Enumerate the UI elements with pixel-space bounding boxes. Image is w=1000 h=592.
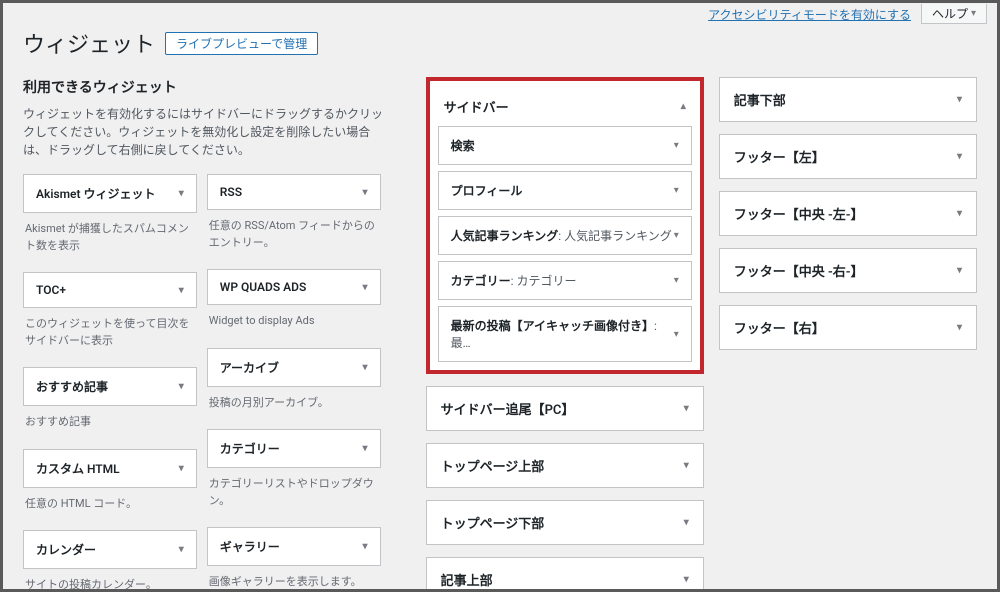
sidebar-widget-1[interactable]: プロフィール: [438, 171, 692, 210]
available-widget-desc: 任意の RSS/Atom フィードからのエントリー。: [207, 210, 381, 263]
available-widget-name: WP QUADS ADS: [220, 280, 307, 294]
available-widget-desc: カテゴリーリストやドロップダウン。: [207, 468, 381, 521]
available-widget-name: カスタム HTML: [36, 460, 120, 477]
mid-area-1[interactable]: トップページ上部: [427, 444, 703, 487]
available-widget-name: カテゴリー: [220, 440, 280, 457]
chevron-down-icon: [971, 8, 976, 19]
sidebar-widget-title: 最新の投稿【アイキャッチ画像付き】: [451, 319, 654, 333]
available-widget-desc: Akismet が捕獲したスパムコメント数を表示: [23, 213, 197, 266]
available-widget-c1-1[interactable]: TOC+: [23, 272, 197, 308]
available-widget-c1-0[interactable]: Akismet ウィジェット: [23, 174, 197, 213]
page-title: ウィジェット: [23, 27, 155, 59]
available-widgets-desc: ウィジェットを有効化するにはサイドバーにドラッグするかクリックしてください。ウィ…: [23, 105, 391, 159]
area-title: 記事下部: [734, 90, 786, 109]
available-widgets-title: 利用できるウィジェット: [23, 77, 391, 97]
available-widget-c2-4[interactable]: ギャラリー: [207, 527, 381, 566]
available-widget-name: RSS: [220, 185, 242, 199]
available-widget-c2-2[interactable]: アーカイブ: [207, 348, 381, 387]
available-widget-desc: Widget to display Ads: [207, 305, 381, 342]
accessibility-mode-link[interactable]: アクセシビリティモードを有効にする: [708, 6, 911, 23]
area-title: フッター【左】: [734, 147, 825, 166]
area-title: フッター【右】: [734, 318, 825, 337]
right-area-3[interactable]: フッター【中央 -右-】: [720, 249, 976, 292]
chevron-down-icon: [363, 187, 368, 198]
available-widget-name: TOC+: [36, 283, 66, 297]
available-widget-desc: サイトの投稿カレンダー。: [23, 569, 197, 592]
chevron-down-icon: [957, 151, 962, 162]
sidebar-widget-sub: : カテゴリー: [511, 274, 577, 288]
sidebar-widget-3[interactable]: カテゴリー: カテゴリー: [438, 261, 692, 300]
chevron-down-icon: [674, 185, 679, 196]
area-title: フッター【中央 -左-】: [734, 204, 864, 223]
chevron-down-icon: [957, 94, 962, 105]
chevron-down-icon: [363, 541, 368, 552]
chevron-down-icon: [957, 208, 962, 219]
area-title: 記事上部: [441, 570, 493, 589]
chevron-down-icon: [674, 140, 679, 151]
chevron-down-icon: [684, 403, 689, 414]
available-widget-name: アーカイブ: [220, 359, 279, 376]
available-widget-name: おすすめ記事: [36, 378, 108, 395]
area-title: トップページ下部: [441, 513, 545, 532]
chevron-down-icon: [179, 188, 184, 199]
chevron-down-icon: [179, 463, 184, 474]
chevron-down-icon: [674, 275, 679, 286]
chevron-down-icon: [957, 265, 962, 276]
sidebar-widget-sub: : 人気記事ランキング: [558, 229, 672, 243]
right-area-1[interactable]: フッター【左】: [720, 135, 976, 178]
sidebar-widget-title: プロフィール: [451, 184, 523, 198]
sidebar-area-highlighted: サイドバー 検索プロフィール人気記事ランキング: 人気記事ランキングカテゴリー:…: [426, 77, 704, 374]
available-widget-desc: このウィジェットを使って目次をサイドバーに表示: [23, 308, 197, 361]
right-area-0[interactable]: 記事下部: [720, 78, 976, 121]
sidebar-widget-title: 検索: [451, 139, 475, 153]
chevron-down-icon: [684, 574, 689, 585]
chevron-down-icon: [363, 443, 368, 454]
sidebar-widget-0[interactable]: 検索: [438, 126, 692, 165]
chevron-down-icon: [674, 230, 679, 241]
area-title: フッター【中央 -右-】: [734, 261, 864, 280]
right-area-2[interactable]: フッター【中央 -左-】: [720, 192, 976, 235]
chevron-down-icon: [363, 282, 368, 293]
available-widget-c2-3[interactable]: カテゴリー: [207, 429, 381, 468]
help-label: ヘルプ: [932, 5, 968, 22]
right-area-4[interactable]: フッター【右】: [720, 306, 976, 349]
chevron-down-icon: [684, 517, 689, 528]
available-widget-desc: 画像ギャラリーを表示します。: [207, 566, 381, 592]
area-title: トップページ上部: [441, 456, 545, 475]
mid-area-0[interactable]: サイドバー追尾【PC】: [427, 387, 703, 430]
available-widget-desc: 投稿の月別アーカイブ。: [207, 387, 381, 424]
area-title: サイドバー追尾【PC】: [441, 399, 575, 418]
live-preview-button[interactable]: ライブプレビューで管理: [165, 32, 318, 55]
chevron-up-icon: [681, 101, 686, 112]
help-button[interactable]: ヘルプ: [921, 4, 987, 24]
available-widget-c2-0[interactable]: RSS: [207, 174, 381, 210]
sidebar-widget-4[interactable]: 最新の投稿【アイキャッチ画像付き】: 最…: [438, 306, 692, 362]
available-widget-c2-1[interactable]: WP QUADS ADS: [207, 269, 381, 305]
chevron-down-icon: [684, 460, 689, 471]
available-widget-name: カレンダー: [36, 541, 96, 558]
available-widget-c1-4[interactable]: カレンダー: [23, 530, 197, 569]
chevron-down-icon: [363, 362, 368, 373]
chevron-down-icon: [674, 329, 679, 340]
available-widget-desc: 任意の HTML コード。: [23, 488, 197, 525]
sidebar-widget-title: カテゴリー: [451, 274, 511, 288]
available-widget-name: ギャラリー: [220, 538, 280, 555]
chevron-down-icon: [957, 322, 962, 333]
chevron-down-icon: [179, 285, 184, 296]
sidebar-widget-2[interactable]: 人気記事ランキング: 人気記事ランキング: [438, 216, 692, 255]
sidebar-area-header[interactable]: サイドバー: [438, 89, 692, 126]
available-widget-c1-2[interactable]: おすすめ記事: [23, 367, 197, 406]
mid-area-2[interactable]: トップページ下部: [427, 501, 703, 544]
sidebar-widget-title: 人気記事ランキング: [451, 229, 559, 243]
chevron-down-icon: [179, 544, 184, 555]
available-widget-c1-3[interactable]: カスタム HTML: [23, 449, 197, 488]
mid-area-3[interactable]: 記事上部: [427, 558, 703, 592]
chevron-down-icon: [179, 381, 184, 392]
available-widget-desc: おすすめ記事: [23, 406, 197, 443]
available-widget-name: Akismet ウィジェット: [36, 185, 156, 202]
sidebar-area-title: サイドバー: [444, 97, 509, 116]
